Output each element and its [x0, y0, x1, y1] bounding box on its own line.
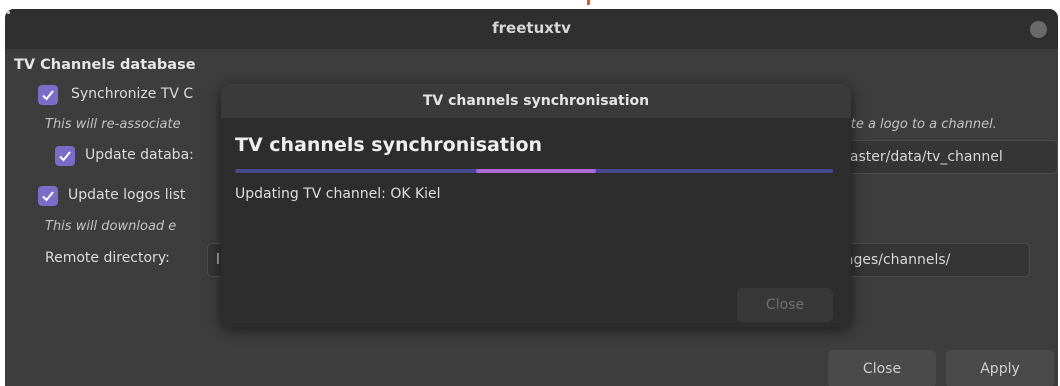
sync-dialog-close-button: Close: [737, 288, 833, 322]
checkmark-icon: [42, 90, 54, 101]
sync-checkbox[interactable]: [38, 85, 58, 105]
top-accent-mark: [587, 0, 590, 5]
reassociate-note: This will re-associate: [45, 117, 181, 132]
sync-checkbox-label: Synchronize TV C: [71, 86, 194, 102]
sync-progress-bar: [235, 169, 833, 173]
section-heading: TV Channels database: [14, 57, 196, 73]
sync-dialog: TV channels synchronisation TV channels …: [221, 84, 851, 327]
sync-progress-pulse: [476, 169, 596, 173]
db-url-field[interactable]: naster/data/tv_channel: [832, 140, 1058, 174]
sync-dialog-heading: TV channels synchronisation: [235, 134, 543, 156]
sync-dialog-title: TV channels synchronisation: [422, 93, 650, 109]
download-note: This will download e: [45, 219, 177, 234]
window-close-icon[interactable]: [1030, 21, 1047, 38]
remote-directory-field-right[interactable]: iages/channels/: [832, 243, 1030, 277]
apply-button[interactable]: Apply: [946, 350, 1054, 386]
close-button[interactable]: Close: [828, 350, 936, 386]
window-title: freetuxtv: [492, 19, 571, 37]
checkmark-icon: [59, 151, 71, 162]
remote-directory-label: Remote directory:: [45, 250, 170, 266]
sync-status-text: Updating TV channel: OK Kiel: [235, 186, 441, 202]
update-db-checkbox[interactable]: [55, 146, 75, 166]
update-logos-label: Update logos list: [68, 187, 186, 203]
update-logos-checkbox[interactable]: [38, 186, 58, 206]
checkmark-icon: [42, 191, 54, 202]
update-db-label: Update databa:: [85, 147, 194, 163]
associate-logo-note: ciate a logo to a channel.: [832, 117, 997, 132]
